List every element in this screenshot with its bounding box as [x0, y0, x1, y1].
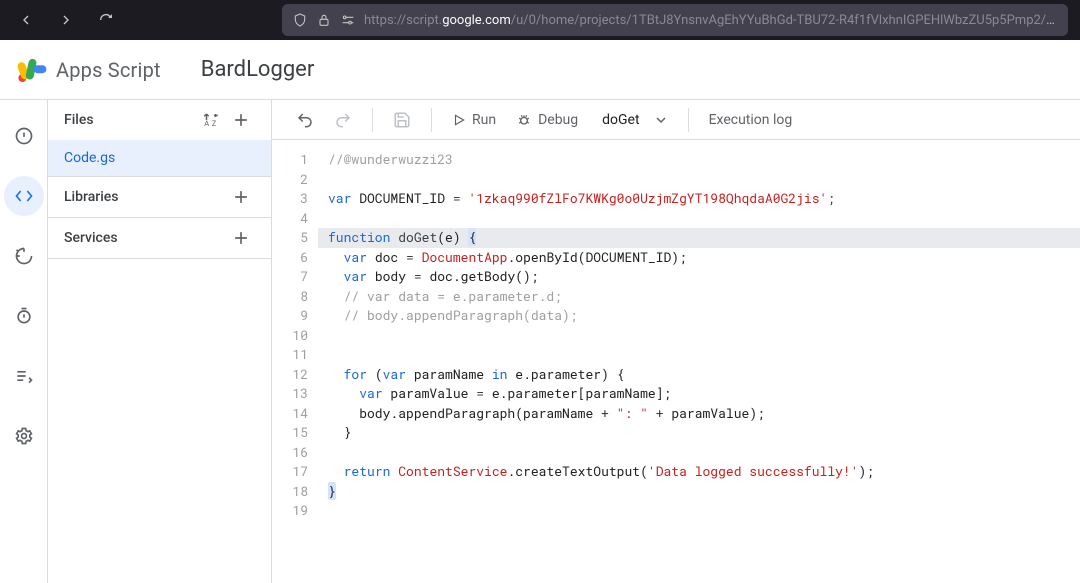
- sidebar: Files AZ Code.gs Libraries Services: [48, 100, 272, 583]
- undo-button[interactable]: [288, 104, 322, 136]
- libraries-section-header: Libraries: [48, 177, 271, 217]
- libraries-label: Libraries: [64, 189, 118, 205]
- toolbar-separator: [688, 108, 689, 132]
- url-bar[interactable]: https://script.google.com/u/0/home/proje…: [282, 4, 1068, 36]
- toolbar-separator: [431, 108, 432, 132]
- function-selector[interactable]: doGet: [590, 104, 675, 136]
- app-header: Apps Script BardLogger: [0, 40, 1080, 100]
- url-text: https://script.google.com/u/0/home/proje…: [364, 13, 1058, 28]
- permissions-icon: [340, 12, 356, 28]
- left-rail: [0, 100, 48, 583]
- apps-script-logo-icon: [16, 54, 48, 86]
- rail-editor-button[interactable]: [4, 176, 44, 216]
- svg-text:Z: Z: [212, 119, 217, 128]
- nav-reload-button[interactable]: [92, 6, 120, 34]
- add-file-button[interactable]: [227, 106, 255, 134]
- line-gutter: 12345678910111213141516171819: [272, 140, 318, 583]
- app-name: Apps Script: [56, 58, 161, 82]
- add-library-button[interactable]: [227, 183, 255, 211]
- toolbar-separator: [372, 108, 373, 132]
- rail-settings-button[interactable]: [4, 416, 44, 456]
- save-button[interactable]: [385, 104, 419, 136]
- logo-area[interactable]: Apps Script: [16, 54, 161, 86]
- shield-icon: [292, 12, 308, 28]
- sort-files-button[interactable]: AZ: [199, 108, 223, 132]
- browser-chrome-bar: https://script.google.com/u/0/home/proje…: [0, 0, 1080, 40]
- services-section-header: Services: [48, 218, 271, 258]
- rail-executions-button[interactable]: [4, 296, 44, 336]
- lock-icon: [316, 12, 332, 28]
- rail-triggers-button[interactable]: [4, 236, 44, 276]
- debug-button[interactable]: Debug: [508, 104, 586, 136]
- services-label: Services: [64, 230, 118, 246]
- files-label: Files: [64, 112, 94, 128]
- editor-toolbar: Run Debug doGet Execution log: [272, 100, 1080, 140]
- nav-back-button[interactable]: [12, 6, 40, 34]
- run-button[interactable]: Run: [444, 104, 504, 136]
- project-name[interactable]: BardLogger: [201, 57, 315, 82]
- rail-logs-button[interactable]: [4, 356, 44, 396]
- code-editor[interactable]: 12345678910111213141516171819 //@wunderw…: [272, 140, 1080, 583]
- code-body[interactable]: //@wunderwuzzi23var DOCUMENT_ID = '1zkaq…: [318, 140, 1080, 583]
- file-item-code-gs[interactable]: Code.gs: [48, 140, 271, 176]
- editor-area: Run Debug doGet Execution log 1234567891…: [272, 100, 1080, 583]
- add-service-button[interactable]: [227, 224, 255, 252]
- redo-button[interactable]: [326, 104, 360, 136]
- files-section-header: Files AZ: [48, 100, 271, 140]
- rail-overview-button[interactable]: [4, 116, 44, 156]
- svg-text:A: A: [204, 119, 209, 128]
- nav-forward-button[interactable]: [52, 6, 80, 34]
- execution-log-button[interactable]: Execution log: [701, 104, 801, 136]
